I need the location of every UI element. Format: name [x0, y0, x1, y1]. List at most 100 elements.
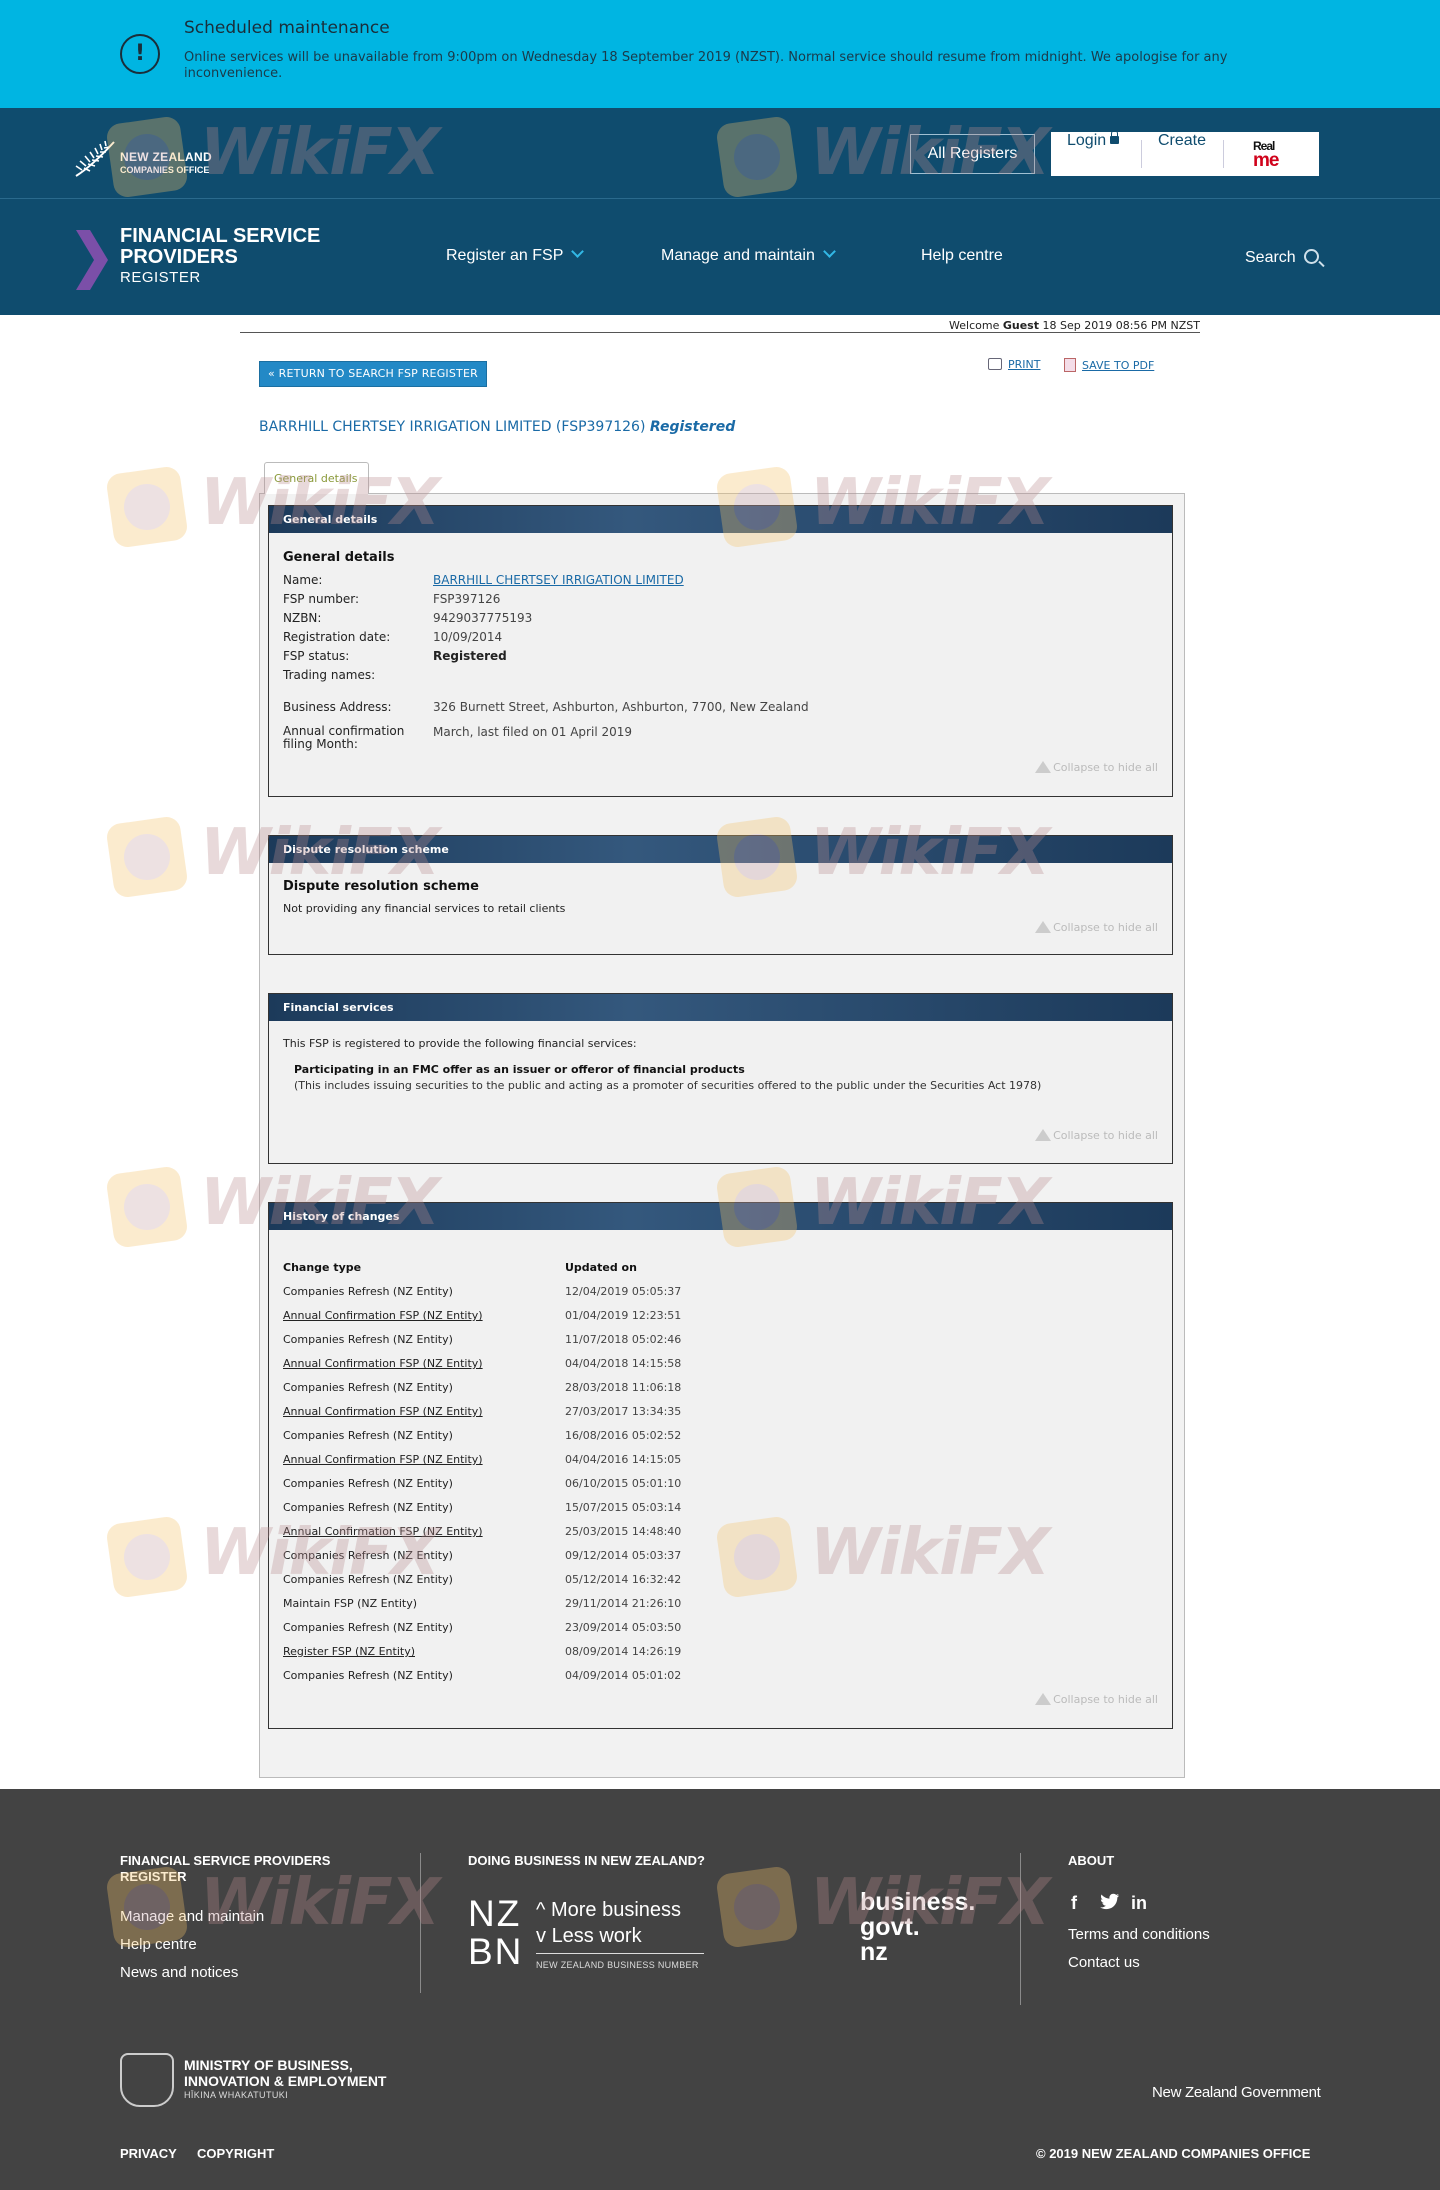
financial-intro: This FSP is registered to provide the fo… — [283, 1037, 637, 1050]
register-title-line1: FINANCIAL SERVICE — [120, 225, 321, 247]
footer-register-line1: FINANCIAL SERVICE PROVIDERS — [120, 1853, 331, 1868]
footer-link-terms[interactable]: Terms and conditions — [1068, 1926, 1210, 1943]
nzbn-tagline1: ^ More business — [536, 1899, 682, 1921]
history-change-type[interactable]: Register FSP (NZ Entity) — [283, 1645, 415, 1658]
twitter-icon[interactable] — [1100, 1893, 1120, 1916]
print-link[interactable]: PRINT — [988, 358, 1040, 371]
footer-register-line2: REGISTER — [120, 1869, 187, 1884]
maintenance-title: Scheduled maintenance — [184, 18, 390, 38]
linkedin-icon[interactable]: in — [1131, 1893, 1147, 1914]
watermark-logo-icon — [105, 465, 189, 549]
history-of-changes-section: History of changes Change type Updated o… — [268, 1202, 1173, 1729]
section-header[interactable]: General details — [269, 506, 1172, 533]
bgov-line1: business. — [860, 1888, 976, 1916]
history-col-updated-on: Updated on — [565, 1261, 637, 1274]
collapse-label: Collapse to hide all — [1053, 921, 1158, 934]
mbie-line2: INNOVATION & EMPLOYMENT — [184, 2073, 387, 2089]
login-label: Login — [1067, 132, 1107, 149]
history-change-type[interactable]: Annual Confirmation FSP (NZ Entity) — [283, 1309, 483, 1322]
section-title: General details — [283, 550, 395, 565]
section-header[interactable]: History of changes — [269, 1203, 1172, 1230]
footer-link-privacy[interactable]: PRIVACY — [120, 2146, 177, 2161]
login-button[interactable]: Login — [1067, 130, 1120, 176]
divider — [1223, 140, 1224, 168]
history-change-type[interactable]: Annual Confirmation FSP (NZ Entity) — [283, 1453, 483, 1466]
footer-divider — [1020, 1853, 1021, 2005]
history-change-type[interactable]: Annual Confirmation FSP (NZ Entity) — [283, 1357, 483, 1370]
label-annual-confirmation: Annual confirmation filing Month: — [283, 725, 404, 751]
footer-link-manage[interactable]: Manage and maintain — [120, 1908, 264, 1925]
register-title-line2: PROVIDERS — [120, 246, 238, 268]
pdf-icon — [1064, 358, 1076, 372]
history-change-type[interactable]: Annual Confirmation FSP (NZ Entity) — [283, 1525, 483, 1538]
nzbn-letters-line1: NZ — [468, 1893, 522, 1934]
collapse-link[interactable]: Collapse to hide all — [1035, 761, 1158, 774]
section-title: Dispute resolution scheme — [283, 879, 479, 894]
footer-link-contact[interactable]: Contact us — [1068, 1954, 1140, 1971]
fsp-chevron-icon — [76, 230, 108, 290]
tab-general-details[interactable]: General details — [264, 462, 369, 494]
footer-link-help[interactable]: Help centre — [120, 1936, 197, 1953]
value-fsp-number: FSP397126 — [433, 592, 501, 606]
label-annual-line2: filing Month: — [283, 737, 358, 751]
nzbn-tagline2: v Less work — [536, 1925, 642, 1947]
history-updated-on: 06/10/2015 05:01:10 — [565, 1477, 682, 1490]
nav-manage-maintain[interactable]: Manage and maintain — [661, 245, 836, 265]
realme-bottom-text: me — [1253, 150, 1279, 171]
history-updated-on: 15/07/2015 05:03:14 — [565, 1501, 682, 1514]
triangle-up-icon — [1035, 1693, 1052, 1705]
create-button[interactable]: Create — [1158, 132, 1206, 176]
value-annual-confirmation: March, last filed on 01 April 2019 — [433, 725, 633, 739]
history-change-type[interactable]: Annual Confirmation FSP (NZ Entity) — [283, 1405, 483, 1418]
nzbn-divider — [536, 1953, 704, 1954]
fern-icon — [75, 140, 115, 177]
business-govt-nz-logo[interactable]: business. govt. nz — [860, 1890, 975, 1965]
register-title[interactable]: FINANCIAL SERVICE PROVIDERS — [120, 226, 320, 268]
collapse-label: Collapse to hide all — [1053, 1693, 1158, 1706]
collapse-link[interactable]: Collapse to hide all — [1035, 1129, 1158, 1142]
nav-help-centre[interactable]: Help centre — [921, 247, 1003, 265]
watermark-logo-icon — [105, 1165, 189, 1249]
section-header[interactable]: Financial services — [269, 994, 1172, 1021]
nz-government-logo[interactable]: New Zealand Government — [1152, 2084, 1321, 2101]
history-updated-on: 12/04/2019 05:05:37 — [565, 1285, 682, 1298]
welcome-prefix: Welcome — [949, 319, 1000, 332]
facebook-icon[interactable]: f — [1071, 1893, 1077, 1914]
chevron-down-icon — [823, 245, 836, 258]
mbie-line1: MINISTRY OF BUSINESS, — [184, 2057, 353, 2073]
welcome-bar: Welcome Guest 18 Sep 2019 08:56 PM NZST — [0, 319, 1200, 332]
all-registers-button[interactable]: All Registers — [910, 134, 1035, 174]
value-fsp-status: Registered — [433, 649, 507, 663]
general-details-section: General details General details Name: BA… — [268, 505, 1173, 797]
nzbn-logo[interactable]: NZ BN ^ More business v Less work NEW ZE… — [468, 1895, 708, 1975]
mbie-logo-text[interactable]: MINISTRY OF BUSINESS, INNOVATION & EMPLO… — [184, 2057, 386, 2089]
header-top-bar: NEW ZEALAND COMPANIES OFFICE All Registe… — [0, 108, 1440, 199]
nav-manage-label: Manage and maintain — [661, 247, 815, 264]
label-registration-date: Registration date: — [283, 630, 391, 644]
history-updated-on: 23/09/2014 05:03:50 — [565, 1621, 682, 1634]
value-registration-date: 10/09/2014 — [433, 630, 503, 644]
alert-icon: ! — [120, 34, 160, 74]
return-to-search-button[interactable]: « RETURN TO SEARCH FSP REGISTER — [259, 361, 487, 387]
history-change-type: Companies Refresh (NZ Entity) — [283, 1333, 453, 1346]
nav-search[interactable]: Search — [1245, 247, 1319, 267]
history-updated-on: 16/08/2016 05:02:52 — [565, 1429, 682, 1442]
footer-link-copyright[interactable]: COPYRIGHT — [197, 2146, 274, 2161]
nav-register-fsp[interactable]: Register an FSP — [446, 245, 585, 265]
realme-logo[interactable]: Real me — [1251, 139, 1301, 171]
nzbn-tagline2-text: Less work — [551, 1925, 642, 1947]
collapse-link[interactable]: Collapse to hide all — [1035, 921, 1158, 934]
history-change-type: Companies Refresh (NZ Entity) — [283, 1381, 453, 1394]
label-fsp-status: FSP status: — [283, 649, 350, 663]
collapse-link[interactable]: Collapse to hide all — [1035, 1693, 1158, 1706]
entity-name-link[interactable]: BARRHILL CHERTSEY IRRIGATION LIMITED — [433, 573, 684, 587]
triangle-up-icon — [1035, 921, 1052, 933]
footer-copyright-notice: © 2019 NEW ZEALAND COMPANIES OFFICE — [1036, 2146, 1311, 2161]
section-header[interactable]: Dispute resolution scheme — [269, 836, 1172, 863]
nzbn-letters-line2: BN — [468, 1931, 524, 1972]
companies-office-logo[interactable]: NEW ZEALAND COMPANIES OFFICE — [72, 136, 232, 182]
save-to-pdf-link[interactable]: SAVE TO PDF — [1064, 358, 1154, 372]
history-updated-on: 08/09/2014 14:26:19 — [565, 1645, 682, 1658]
history-updated-on: 11/07/2018 05:02:46 — [565, 1333, 682, 1346]
footer-link-news[interactable]: News and notices — [120, 1964, 238, 1981]
